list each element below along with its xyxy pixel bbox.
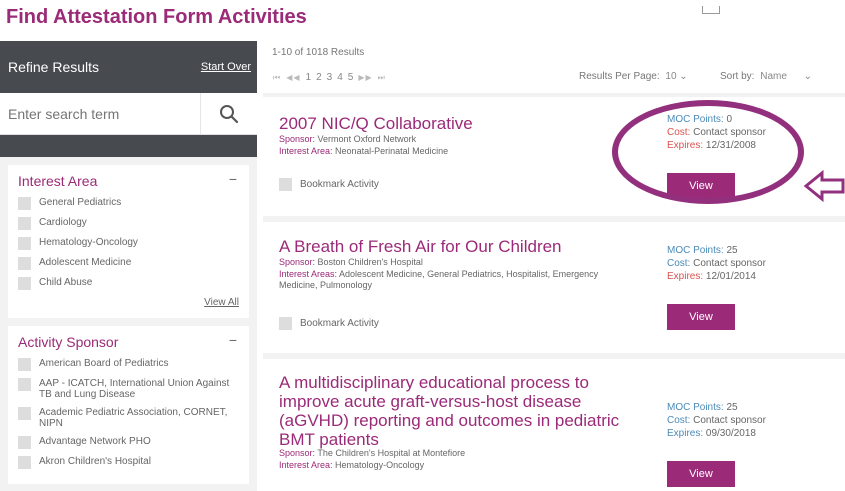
activity-sponsor: Sponsor: The Children's Hospital at Mont… [279,448,466,458]
next-page-icon[interactable]: ▶▶ [358,73,372,82]
facet-option[interactable]: General Pediatrics [18,197,239,210]
results-per-page: Results Per Page: 10 ⌄ [579,71,688,82]
filter-bar [0,135,257,157]
checkbox[interactable] [18,237,31,250]
activity-sponsor: Sponsor: Vermont Oxford Network [279,134,417,144]
checkbox[interactable] [18,456,31,469]
facet-interest-area: Interest Area − General Pediatrics Cardi… [8,165,249,318]
checkbox[interactable] [18,378,31,391]
facet-option-label: Cardiology [39,217,87,228]
results-panel: 1-10 of 1018 Results ⏮ ◀◀ 1 2 3 4 5 ▶▶ ⏭… [263,41,845,491]
facet-title: Interest Area [18,173,98,189]
per-page-value: 10 [665,71,677,82]
activity-info: MOC Points: 25 Cost: Contact sponsor Exp… [667,245,766,282]
activity-title[interactable]: A multidisciplinary educational process … [279,373,654,449]
page-link[interactable]: 5 [348,72,354,83]
sort-label: Sort by: [720,71,755,82]
results-header: 1-10 of 1018 Results ⏮ ◀◀ 1 2 3 4 5 ▶▶ ⏭… [263,41,845,93]
facet-option[interactable]: Akron Children's Hospital [18,456,239,469]
facet-option-label: Advantage Network PHO [39,436,151,447]
activity-info: MOC Points: 25 Cost: Contact sponsor Exp… [667,402,766,439]
collapse-toggle[interactable]: − [229,332,237,348]
view-all-link[interactable]: View All [18,297,239,308]
page-title: Find Attestation Form Activities [6,6,307,28]
search-row [0,93,257,135]
sidebar: Refine Results Start Over Interest Area … [0,41,257,491]
facet-option[interactable]: Advantage Network PHO [18,436,239,449]
facet-title: Activity Sponsor [18,334,119,350]
checkbox[interactable] [18,407,31,420]
facet-option[interactable]: Academic Pediatric Association, CORNET, … [18,407,239,429]
checkbox[interactable] [18,197,31,210]
facet-activity-sponsor: Activity Sponsor − American Board of Ped… [8,326,249,484]
checkbox[interactable] [279,178,292,191]
start-over-link[interactable]: Start Over [201,61,251,73]
first-page-icon[interactable]: ⏮ [273,73,281,83]
result-count: 1-10 of 1018 Results [272,47,365,58]
facet-option[interactable]: Child Abuse [18,277,239,290]
page-link[interactable]: 4 [337,72,343,83]
activity-sponsor: Sponsor: Boston Children's Hospital [279,257,423,267]
checkbox[interactable] [18,257,31,270]
facet-option[interactable]: Hematology-Oncology [18,237,239,250]
view-button[interactable]: View [667,304,735,330]
bookmark-activity[interactable]: Bookmark Activity [279,178,379,191]
result-card: A multidisciplinary educational process … [263,359,845,491]
search-input[interactable] [0,93,200,134]
facet-option-label: Hematology-Oncology [39,237,138,248]
activity-interest: Interest Area: Hematology-Oncology [279,460,425,470]
prev-page-icon[interactable]: ◀◀ [286,73,300,82]
sort-select[interactable]: Name ⌄ [760,71,812,82]
facet-option-label: General Pediatrics [39,197,122,208]
facet-option-label: American Board of Pediatrics [39,358,169,369]
per-page-select[interactable]: 10 ⌄ [665,71,687,82]
activity-interest: Interest Area: Neonatal-Perinatal Medici… [279,146,449,156]
facet-option[interactable]: AAP - ICATCH, International Union Agains… [18,378,239,400]
page-link[interactable]: 2 [316,72,322,83]
facet-option[interactable]: American Board of Pediatrics [18,358,239,371]
activity-interest: Interest Areas: Adolescent Medicine, Gen… [279,269,599,290]
search-icon [220,104,239,123]
left-arrow-icon [804,170,845,202]
facet-option-label: Adolescent Medicine [39,257,132,268]
result-card: A Breath of Fresh Air for Our Children S… [263,222,845,353]
sort-by: Sort by: Name ⌄ [720,71,812,82]
checkbox[interactable] [279,317,292,330]
per-page-label: Results Per Page: [579,71,660,82]
view-button[interactable]: View [667,173,735,199]
bookmark-activity[interactable]: Bookmark Activity [279,317,379,330]
activity-title[interactable]: A Breath of Fresh Air for Our Children [279,237,562,256]
sort-value: Name [760,71,787,82]
chevron-down-icon: ⌄ [803,71,812,82]
pagination: ⏮ ◀◀ 1 2 3 4 5 ▶▶ ⏭ [273,72,386,83]
checkbox[interactable] [18,436,31,449]
last-page-icon[interactable]: ⏭ [378,73,386,83]
facet-option-label: AAP - ICATCH, International Union Agains… [39,378,230,400]
result-card: 2007 NIC/Q Collaborative Sponsor: Vermon… [263,97,845,216]
page-link[interactable]: 3 [327,72,333,83]
facet-option[interactable]: Cardiology [18,217,239,230]
facet-option-label: Academic Pediatric Association, CORNET, … [39,407,228,429]
collapse-toggle[interactable]: − [229,171,237,187]
chevron-down-icon: ⌄ [679,71,688,82]
facet-option[interactable]: Adolescent Medicine [18,257,239,270]
checkbox[interactable] [18,217,31,230]
facet-option-label: Child Abuse [39,277,93,288]
view-button[interactable]: View [667,461,735,487]
activity-title[interactable]: 2007 NIC/Q Collaborative [279,114,473,133]
refine-title: Refine Results [8,59,100,75]
activity-info: MOC Points: 0 Cost: Contact sponsor Expi… [667,114,766,151]
window-control[interactable] [702,6,720,14]
refine-header: Refine Results Start Over [0,41,257,93]
checkbox[interactable] [18,277,31,290]
checkbox[interactable] [18,358,31,371]
facet-option-label: Akron Children's Hospital [39,456,151,467]
page-link[interactable]: 1 [306,72,312,83]
search-button[interactable] [200,93,257,134]
